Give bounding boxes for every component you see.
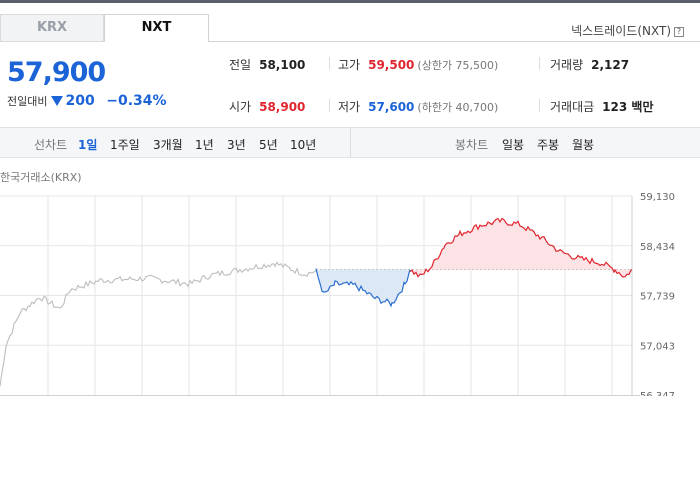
- tab-krx[interactable]: KRX: [0, 14, 104, 42]
- period-1w[interactable]: 1주일: [110, 136, 140, 153]
- divider: [539, 57, 540, 70]
- y-tick-label: 57,739: [640, 292, 675, 303]
- chart-toolbar: 선차트 1일 1주일 3개월 1년 3년 5년 10년 봉차트 일봉 주봉 월봉: [0, 127, 700, 158]
- price-chart[interactable]: 59,130 58,434 57,739 57,043 56,347: [0, 186, 700, 396]
- stat-label: 거래량: [550, 58, 584, 72]
- chart-title: 한국거래소(KRX): [0, 171, 82, 184]
- chart-bottom-border: [0, 395, 640, 396]
- lower-limit: (하한가 40,700): [417, 101, 499, 114]
- stat-label: 시가: [229, 100, 252, 114]
- candle-weekly[interactable]: 주봉: [537, 136, 559, 153]
- candle-monthly[interactable]: 월봉: [572, 136, 594, 153]
- stat-label: 저가: [338, 100, 361, 114]
- nxt-market-label: 넥스트레이드(NXT)?: [571, 22, 684, 39]
- chart-fills: [316, 218, 632, 306]
- stat-trade-value: 거래대금 123 백만: [550, 98, 653, 115]
- price-change: 전일대비 200 −0.34%: [7, 93, 167, 109]
- divider: [329, 99, 330, 112]
- change-value: 200: [65, 93, 95, 109]
- upper-limit: (상한가 75,500): [417, 59, 499, 72]
- period-10y[interactable]: 10년: [290, 136, 316, 153]
- stat-high: 고가 59,500 (상한가 75,500): [338, 56, 498, 73]
- stat-volume: 거래량 2,127: [550, 56, 629, 73]
- period-1d[interactable]: 1일: [78, 136, 97, 153]
- down-triangle-icon: [51, 96, 64, 106]
- stat-low: 저가 57,600 (하한가 40,700): [338, 98, 498, 115]
- change-label: 전일대비: [7, 95, 48, 108]
- period-3y[interactable]: 3년: [227, 136, 246, 153]
- line-chart-label: 선차트: [34, 138, 68, 152]
- candle-chart-label: 봉차트: [455, 138, 489, 152]
- stat-value: 58,900: [259, 100, 306, 114]
- divider: [539, 99, 540, 112]
- stat-label: 고가: [338, 58, 361, 72]
- toolbar-divider: [350, 128, 351, 157]
- stat-label: 전일: [229, 58, 252, 72]
- divider: [329, 57, 330, 70]
- current-price: 57,900: [7, 57, 106, 88]
- stat-value: 57,600: [368, 100, 415, 114]
- period-1y[interactable]: 1년: [195, 136, 214, 153]
- change-percent: −0.34%: [106, 93, 167, 109]
- krx-price-line: [0, 261, 316, 387]
- stat-value: 59,500: [368, 58, 415, 72]
- chart-grid: [0, 195, 633, 395]
- tab-divider: [209, 41, 700, 42]
- period-3m[interactable]: 3개월: [153, 136, 183, 153]
- y-tick-label: 56,347: [640, 391, 675, 396]
- y-axis-ticks: 59,130 58,434 57,739 57,043 56,347: [640, 192, 675, 396]
- top-border: [0, 0, 700, 3]
- tab-nxt[interactable]: NXT: [104, 14, 209, 42]
- stat-value: 123 백만: [602, 100, 654, 114]
- y-tick-label: 58,434: [640, 242, 675, 253]
- stat-label: 거래대금: [550, 100, 595, 114]
- stat-prev-close: 전일 58,100: [229, 56, 305, 73]
- y-tick-label: 57,043: [640, 341, 675, 352]
- period-5y[interactable]: 5년: [259, 136, 278, 153]
- stat-value: 58,100: [259, 58, 306, 72]
- stat-open: 시가 58,900: [229, 98, 305, 115]
- help-icon[interactable]: ?: [674, 27, 684, 37]
- stat-value: 2,127: [591, 58, 630, 72]
- y-tick-label: 59,130: [640, 192, 675, 203]
- nxt-market-name: 넥스트레이드(NXT): [571, 24, 671, 38]
- candle-daily[interactable]: 일봉: [502, 136, 524, 153]
